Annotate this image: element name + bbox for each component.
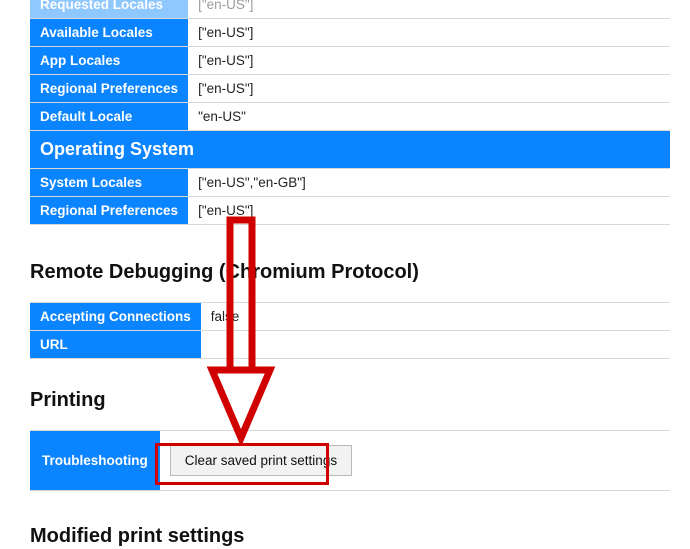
section-title: Operating System [30, 131, 670, 169]
field-label: System Locales [30, 169, 188, 197]
field-label: Regional Preferences [30, 75, 188, 103]
table-row: Troubleshooting Clear saved print settin… [30, 431, 670, 491]
table-row: App Locales ["en-US"] [30, 47, 670, 75]
table-row: Requested Locales ["en-US"] [30, 0, 670, 19]
troubleshooting-label: Troubleshooting [30, 431, 160, 491]
remote-debugging-heading: Remote Debugging (Chromium Protocol) [30, 261, 690, 284]
table-row: URL [30, 331, 670, 359]
field-label: URL [30, 331, 201, 359]
field-value: ["en-US","en-GB"] [188, 169, 670, 197]
modified-print-settings-heading: Modified print settings [30, 525, 690, 548]
locales-table: Requested Locales ["en-US"] Available Lo… [30, 0, 670, 225]
os-section-header: Operating System [30, 131, 670, 169]
field-label: Default Locale [30, 103, 188, 131]
field-value: ["en-US"] [188, 47, 670, 75]
clear-print-settings-button[interactable]: Clear saved print settings [170, 445, 352, 476]
table-row: System Locales ["en-US","en-GB"] [30, 169, 670, 197]
field-value: ["en-US"] [188, 0, 670, 19]
table-row: Regional Preferences ["en-US"] [30, 75, 670, 103]
table-row: Regional Preferences ["en-US"] [30, 197, 670, 225]
field-value: false [201, 303, 670, 331]
field-label: App Locales [30, 47, 188, 75]
table-row: Default Locale "en-US" [30, 103, 670, 131]
field-value [201, 331, 670, 359]
printing-table: Troubleshooting Clear saved print settin… [30, 430, 670, 491]
field-value: ["en-US"] [188, 75, 670, 103]
table-row: Available Locales ["en-US"] [30, 19, 670, 47]
field-value: "en-US" [188, 103, 670, 131]
printing-heading: Printing [30, 389, 690, 412]
field-value: ["en-US"] [188, 197, 670, 225]
field-value: ["en-US"] [188, 19, 670, 47]
troubleshooting-cell: Clear saved print settings [160, 431, 670, 491]
field-label: Requested Locales [30, 0, 188, 19]
field-label: Available Locales [30, 19, 188, 47]
remote-debugging-table: Accepting Connections false URL [30, 302, 670, 359]
field-label: Regional Preferences [30, 197, 188, 225]
field-label: Accepting Connections [30, 303, 201, 331]
table-row: Accepting Connections false [30, 303, 670, 331]
